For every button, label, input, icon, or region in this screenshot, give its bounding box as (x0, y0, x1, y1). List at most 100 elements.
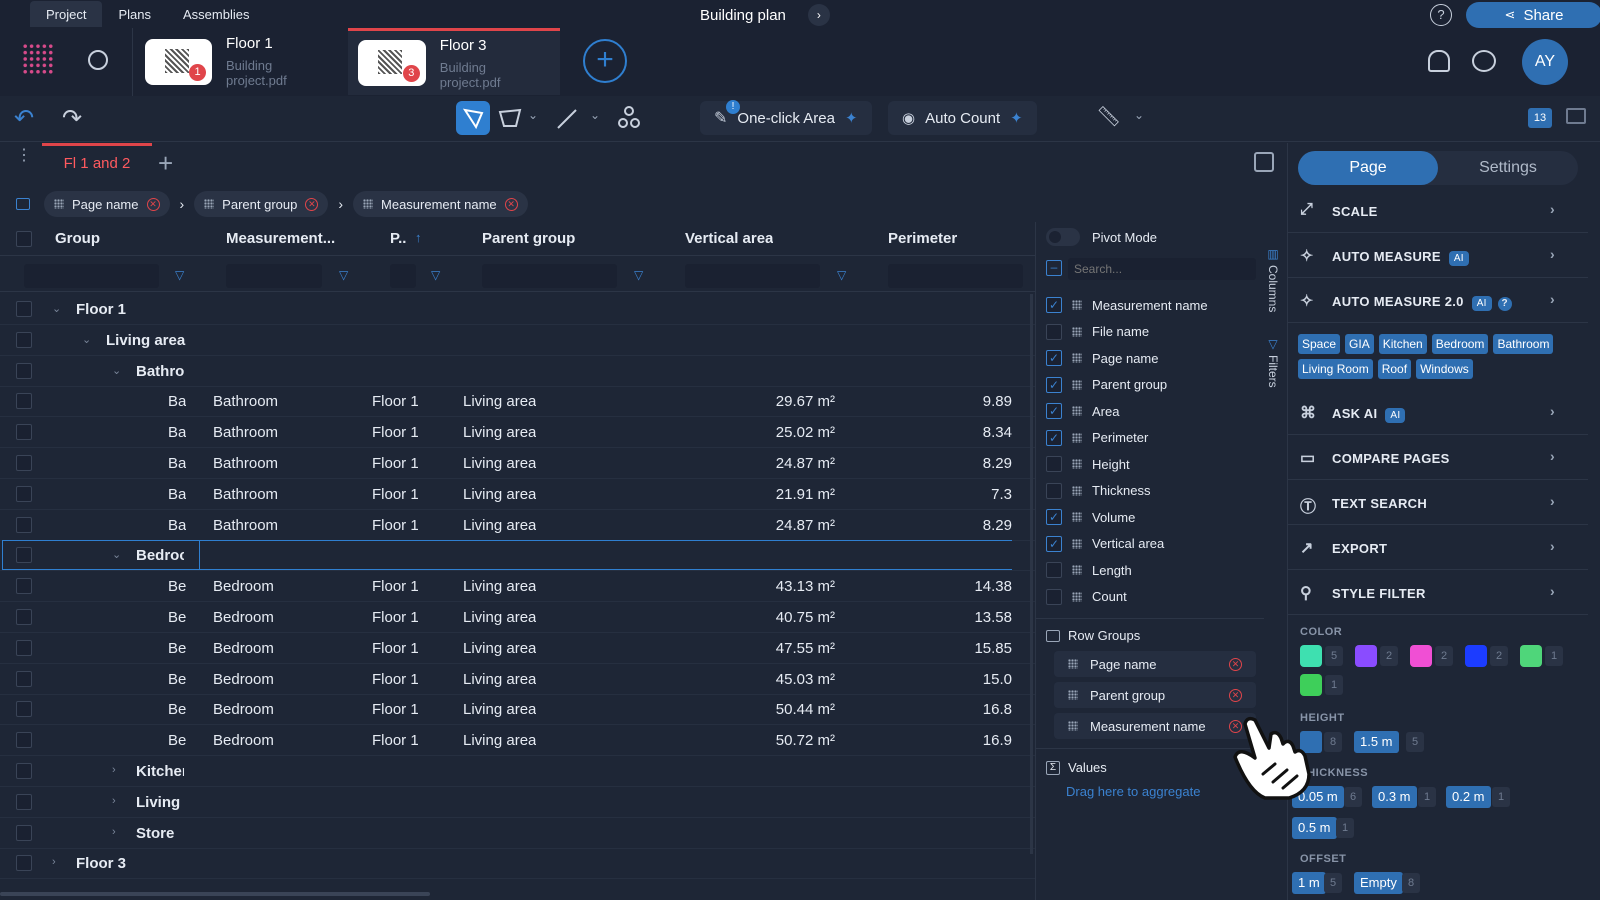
row-checkbox[interactable] (16, 824, 32, 841)
row-checkbox[interactable] (16, 609, 32, 625)
chevron-down-icon[interactable]: ⌄ (528, 108, 538, 122)
filter-icon[interactable]: ▽ (431, 269, 443, 281)
auto-tag[interactable]: Living Room (1298, 359, 1373, 379)
column-checkbox[interactable]: ✓ (1046, 535, 1062, 552)
column-item[interactable]: Thickness (1046, 478, 1151, 504)
thickness-chip[interactable]: 0.2 m (1446, 786, 1491, 808)
tool-item-style-filter[interactable]: ⚲ STYLE FILTER › (1288, 571, 1588, 615)
row-checkbox[interactable] (16, 301, 32, 317)
row-checkbox[interactable] (16, 763, 32, 779)
filter-icon[interactable]: ▽ (837, 269, 849, 281)
row-group-page-name[interactable]: Page name ✕ (1054, 651, 1256, 677)
filter-icon[interactable]: ▽ (339, 269, 351, 281)
chevron-down-icon[interactable]: ⌄ (82, 333, 91, 346)
segment-page[interactable]: Page (1298, 151, 1438, 185)
column-item[interactable]: File name (1046, 319, 1149, 345)
column-checkbox[interactable] (1046, 588, 1062, 605)
group-chip-measurement-name[interactable]: Measurement name ✕ (353, 191, 528, 217)
offset-chip[interactable]: Empty (1354, 872, 1403, 894)
row-checkbox[interactable] (16, 793, 32, 810)
tool-item-text-search[interactable]: Ⓣ TEXT SEARCH › (1288, 481, 1588, 525)
table-row[interactable]: Ba Bathroom Floor 1 Living area 29.67 m² 9.89 (0, 386, 1035, 418)
filter-input-vertical-area[interactable] (685, 264, 820, 288)
group-chip-page-name[interactable]: Page name ✕ (44, 191, 170, 217)
file-card-floor1[interactable]: 1 Floor 1 Building project.pdf (135, 28, 345, 95)
chevron-down-icon[interactable]: ⌄ (52, 302, 61, 315)
select-all-columns-checkbox[interactable]: – (1046, 260, 1062, 276)
row-checkbox[interactable] (16, 732, 32, 749)
horizontal-scrollbar[interactable] (0, 892, 430, 896)
toggle-switch[interactable] (1046, 228, 1080, 246)
remove-icon[interactable]: ✕ (504, 197, 518, 211)
filter-icon[interactable]: ▽ (175, 269, 187, 281)
filter-input-measurement[interactable] (226, 264, 322, 288)
tab-plans[interactable]: Plans (102, 1, 167, 27)
line-tool-icon[interactable] (554, 106, 580, 133)
chevron-down-icon[interactable]: ⌄ (112, 364, 121, 377)
thickness-chip[interactable]: 0.5 m (1292, 817, 1337, 839)
chevron-right-icon[interactable]: › (52, 856, 56, 868)
tool-item-export[interactable]: ↗ EXPORT › (1288, 526, 1588, 570)
column-checkbox[interactable] (1046, 456, 1062, 472)
table-row[interactable]: Ba Bathroom Floor 1 Living area 24.87 m² 8.29 (0, 510, 1035, 541)
column-checkbox[interactable]: ✓ (1046, 403, 1062, 419)
table-row[interactable]: Be Bedroom Floor 1 Living area 50.44 m² 16.8 (0, 694, 1035, 726)
group-chip-parent-group[interactable]: Parent group ✕ (194, 191, 329, 217)
expand-icon[interactable] (1254, 152, 1274, 172)
values-drop-zone[interactable]: Drag here to aggregate (1066, 784, 1200, 799)
app-grid-icon[interactable] (22, 43, 54, 75)
tab-assemblies[interactable]: Assemblies (167, 1, 265, 27)
table-row[interactable]: Be Bedroom Floor 1 Living area 45.03 m² 15.0 (0, 664, 1035, 695)
group-row[interactable]: › Living l (0, 787, 1035, 818)
column-item[interactable]: ✓ Volume (1046, 504, 1135, 530)
col-header-page[interactable]: P.. (390, 230, 406, 247)
group-row[interactable]: › Store (0, 818, 1035, 849)
side-tab-filters[interactable]: ▽ Filters (1266, 337, 1280, 388)
group-row[interactable]: ⌄ Bedroc (0, 540, 1035, 572)
column-item[interactable]: ✓ Measurement name (1046, 292, 1208, 318)
column-checkbox[interactable] (1046, 562, 1062, 578)
tool-item-ask-ai[interactable]: ⌘ ASK AI AI › (1288, 391, 1588, 435)
remove-icon[interactable]: ✕ (305, 197, 319, 211)
column-checkbox[interactable]: ✓ (1046, 350, 1062, 366)
auto-tag[interactable]: Space (1298, 334, 1341, 354)
column-checkbox[interactable] (1046, 323, 1062, 340)
row-checkbox[interactable] (16, 855, 32, 872)
col-header-parent-group[interactable]: Parent group (482, 230, 575, 247)
col-header-measurement[interactable]: Measurement... (226, 230, 335, 247)
column-item[interactable]: ✓ Parent group (1046, 372, 1167, 398)
one-click-area-button[interactable]: ✎! One-click Area ✦ (700, 100, 872, 135)
search-zoom-icon[interactable] (88, 50, 108, 70)
auto-tag[interactable]: Kitchen (1378, 334, 1427, 354)
filter-input-page[interactable] (390, 264, 416, 288)
col-header-perimeter[interactable]: Perimeter (888, 230, 957, 247)
column-search-input[interactable] (1068, 258, 1256, 280)
filter-icon[interactable]: ▽ (634, 269, 646, 281)
chevron-right-icon[interactable]: › (112, 826, 116, 838)
monitor-icon[interactable] (1566, 108, 1586, 124)
tool-item-compare-pages[interactable]: ▭ COMPARE PAGES › (1288, 436, 1588, 480)
tab-project[interactable]: Project (30, 1, 103, 27)
help-icon[interactable]: ? (1497, 297, 1512, 311)
remove-icon[interactable]: ✕ (1229, 688, 1242, 702)
row-checkbox[interactable] (16, 393, 32, 410)
table-row[interactable]: Be Bedroom Floor 1 Living area 40.75 m² 13.58 (0, 602, 1035, 633)
table-row[interactable]: Be Bedroom Floor 1 Living area 47.55 m² 15.85 (0, 633, 1035, 664)
sort-asc-icon[interactable]: ↑ (415, 230, 422, 245)
column-item[interactable]: Count (1046, 584, 1127, 610)
column-item[interactable]: ✓ Page name (1046, 345, 1159, 371)
color-swatch[interactable] (1465, 645, 1487, 667)
row-checkbox[interactable] (16, 455, 32, 471)
share-button[interactable]: ⋖ Share (1466, 2, 1600, 28)
row-checkbox[interactable] (16, 670, 32, 687)
auto-tag[interactable]: Windows (1416, 359, 1473, 379)
column-checkbox[interactable]: ✓ (1046, 429, 1062, 446)
col-header-vertical-area[interactable]: Vertical area (685, 230, 773, 247)
row-checkbox[interactable] (16, 639, 32, 656)
group-row[interactable]: › Kitcher (0, 756, 1035, 787)
table-row[interactable]: Ba Bathroom Floor 1 Living area 25.02 m² 8.34 (0, 417, 1035, 449)
color-swatch[interactable] (1355, 645, 1377, 667)
auto-tag[interactable]: Bathroom (1493, 334, 1554, 354)
tab-fl1-and-2[interactable]: Fl 1 and 2 (42, 143, 152, 185)
ruler-icon[interactable]: 📏︎ (1096, 104, 1121, 129)
